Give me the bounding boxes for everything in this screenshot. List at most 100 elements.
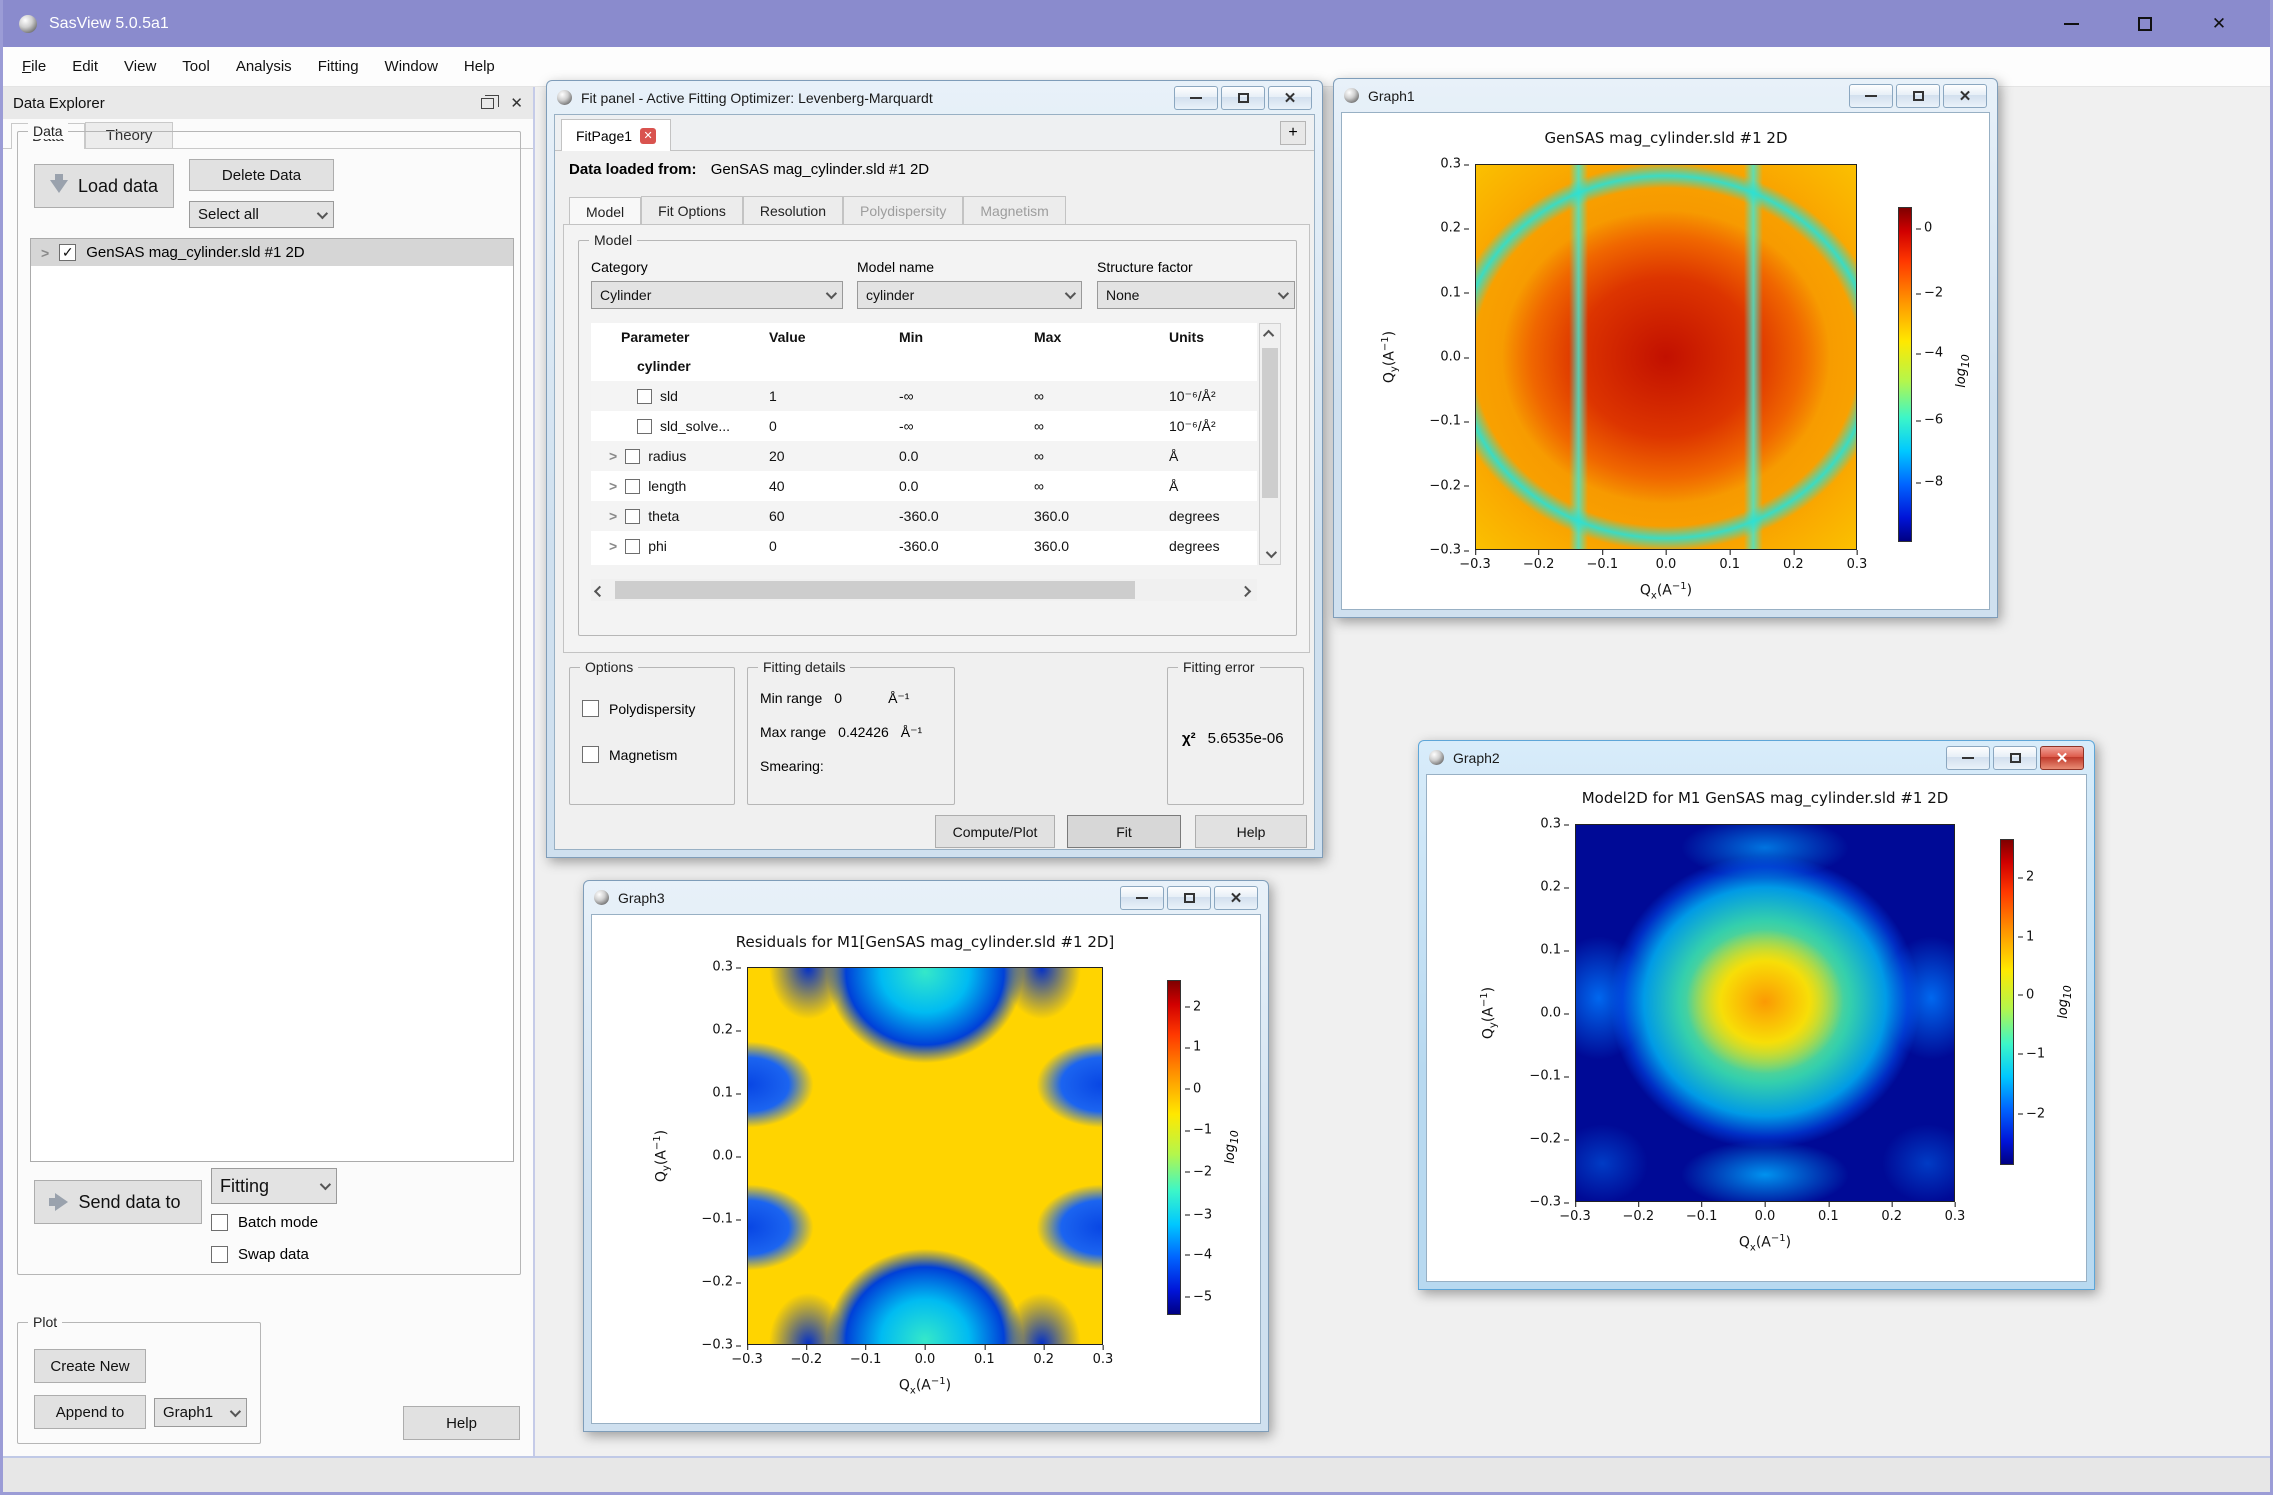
close-fitpage-icon[interactable]: ✕ [640,128,656,144]
menu-fitting[interactable]: Fitting [305,58,372,75]
maximize-icon[interactable] [1221,86,1265,110]
colorbar-label: log10 [2056,985,2074,1019]
explorer-help-button[interactable]: Help [403,1406,520,1440]
tree-row-selected[interactable]: > ✓ GenSAS mag_cylinder.sld #1 2D [31,239,513,266]
close-panel-icon[interactable]: ✕ [510,94,523,112]
heatmap-canvas-graph2[interactable] [1575,824,1955,1202]
scrollbar-thumb[interactable] [1262,348,1278,498]
expand-chevron-icon[interactable]: > [609,538,617,554]
fitpage1-tab[interactable]: FitPage1 ✕ [561,119,671,151]
tick-label: −0.3 [731,1352,763,1367]
model-group-label: Model [589,232,637,248]
tab-polydispersity[interactable]: Polydispersity [843,196,963,225]
close-icon[interactable]: ✕ [2206,11,2232,37]
delete-data-button[interactable]: Delete Data [189,159,334,191]
param-row-sld-solvent[interactable]: sld_solve... 0 -∞ ∞ 10⁻⁶/Å² [591,411,1257,441]
scroll-left-icon[interactable] [591,580,611,600]
scrollbar-thumb[interactable] [615,581,1135,599]
maximize-icon[interactable] [2132,11,2158,37]
compute-plot-button[interactable]: Compute/Plot [935,815,1055,848]
graph1-titlebar[interactable]: Graph1 ✕ [1341,79,1990,112]
swap-data-checkbox[interactable] [211,1246,228,1263]
send-data-to-button[interactable]: Send data to [34,1180,202,1224]
y-axis-ticks: 0.30.20.10.0−0.1−0.2−0.3 [674,967,742,1345]
minimize-icon[interactable] [1120,886,1164,910]
col-units: Units [1169,329,1257,345]
scroll-down-icon[interactable] [1260,544,1280,564]
close-icon[interactable]: ✕ [1214,886,1258,910]
tab-magnetism[interactable]: Magnetism [963,196,1065,225]
expand-chevron-icon[interactable]: > [41,245,49,261]
send-target-dropdown[interactable]: Fitting [211,1168,337,1204]
menu-file[interactable]: File [9,58,59,75]
table-horizontal-scrollbar[interactable] [591,579,1257,601]
close-icon[interactable]: ✕ [2040,746,2084,770]
scroll-right-icon[interactable] [1237,580,1257,600]
append-to-button[interactable]: Append to [34,1395,146,1429]
y-axis-label: Qy(A−1) [1479,987,1499,1039]
param-row-theta[interactable]: >theta 60 -360.0 360.0 degrees [591,501,1257,531]
param-checkbox[interactable] [637,389,652,404]
load-data-button[interactable]: Load data [34,164,174,208]
tab-fit-options[interactable]: Fit Options [641,196,743,225]
menu-edit[interactable]: Edit [59,58,111,75]
minimize-icon[interactable] [2058,11,2084,37]
heatmap-canvas-graph1[interactable] [1475,164,1857,550]
model-name-dropdown[interactable]: cylinder [857,281,1082,309]
x-axis-label: Qx(A−1) [1739,1233,1791,1253]
select-all-dropdown[interactable]: Select all [189,201,334,228]
param-checkbox[interactable] [637,419,652,434]
data-explorer-header[interactable]: Data Explorer ✕ [3,87,533,119]
category-dropdown[interactable]: Cylinder [591,281,843,309]
minimize-icon[interactable] [1849,84,1893,108]
param-row-radius[interactable]: >radius 20 0.0 ∞ Å [591,441,1257,471]
expand-chevron-icon[interactable]: > [609,478,617,494]
tick-label: 0 [1924,221,1932,236]
parameter-table[interactable]: Parameter Value Min Max Units cylinder s… [591,323,1257,565]
batch-mode-checkbox[interactable] [211,1214,228,1231]
menu-tool[interactable]: Tool [169,58,223,75]
menu-window[interactable]: Window [372,58,451,75]
param-checkbox[interactable] [625,539,640,554]
magnetism-checkbox[interactable] [582,746,599,763]
param-row-phi[interactable]: >phi 0 -360.0 360.0 degrees [591,531,1257,561]
scroll-up-icon[interactable] [1260,324,1280,344]
fit-panel-titlebar[interactable]: Fit panel - Active Fitting Optimizer: Le… [554,81,1315,114]
param-checkbox[interactable] [625,449,640,464]
close-icon[interactable]: ✕ [1943,84,1987,108]
expand-chevron-icon[interactable]: > [609,508,617,524]
param-row-sld[interactable]: sld 1 -∞ ∞ 10⁻⁶/Å² [591,381,1257,411]
create-new-button[interactable]: Create New [34,1349,146,1383]
param-checkbox[interactable] [625,509,640,524]
maximize-icon[interactable] [1993,746,2037,770]
tree-item-checkbox[interactable]: ✓ [59,244,76,261]
maximize-icon[interactable] [1896,84,1940,108]
heatmap-canvas-graph3[interactable] [747,967,1103,1345]
tab-model[interactable]: Model [569,197,641,226]
fitting-details-label: Fitting details [758,659,850,675]
expand-chevron-icon[interactable]: > [609,448,617,464]
menu-analysis[interactable]: Analysis [223,58,305,75]
param-row-length[interactable]: >length 40 0.0 ∞ Å [591,471,1257,501]
data-groupbox: Data Load data Delete Data Select all > … [17,131,521,1275]
graph3-titlebar[interactable]: Graph3 ✕ [591,881,1261,914]
maximize-icon[interactable] [1167,886,1211,910]
data-tree[interactable]: > ✓ GenSAS mag_cylinder.sld #1 2D [30,238,514,1162]
minimize-icon[interactable] [1946,746,1990,770]
fit-button[interactable]: Fit [1067,815,1181,848]
polydispersity-checkbox[interactable] [582,700,599,717]
structure-factor-dropdown[interactable]: None [1097,281,1295,309]
close-icon[interactable]: ✕ [1268,86,1312,110]
append-target-dropdown[interactable]: Graph1 [154,1398,247,1427]
table-vertical-scrollbar[interactable] [1259,323,1281,565]
float-panel-icon[interactable] [481,98,494,109]
minimize-icon[interactable] [1174,86,1218,110]
graph2-titlebar[interactable]: Graph2 ✕ [1426,741,2087,774]
tab-resolution[interactable]: Resolution [743,196,843,225]
add-fitpage-button[interactable]: + [1280,121,1306,145]
magnetism-row: Magnetism [582,746,677,763]
menu-view[interactable]: View [111,58,169,75]
fit-help-button[interactable]: Help [1195,815,1307,848]
param-checkbox[interactable] [625,479,640,494]
menu-help[interactable]: Help [451,58,508,75]
